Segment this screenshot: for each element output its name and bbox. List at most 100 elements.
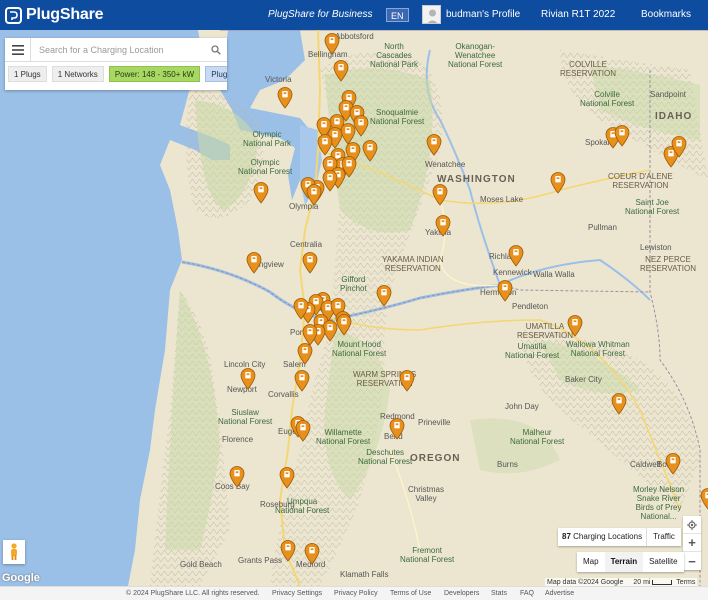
charging-pin-icon <box>700 488 708 510</box>
traffic-toggle[interactable]: Traffic <box>647 528 681 546</box>
charging-location-pin[interactable] <box>294 370 310 392</box>
charging-pin-icon <box>229 466 245 488</box>
label-willamette: Willamette National Forest <box>316 428 371 446</box>
charging-location-pin[interactable] <box>389 418 405 440</box>
charging-pin-icon <box>614 125 630 147</box>
charging-pin-icon <box>508 245 524 267</box>
charging-pin-icon <box>279 467 295 489</box>
power-filter[interactable]: Power: 148 - 350+ kW <box>108 66 201 82</box>
footer-faq[interactable]: FAQ <box>520 587 534 600</box>
search-icon[interactable] <box>205 44 227 55</box>
charging-location-pin[interactable] <box>665 453 681 475</box>
label-gold-beach: Gold Beach <box>180 560 222 569</box>
charging-location-pin[interactable] <box>229 466 245 488</box>
charging-location-pin[interactable] <box>399 370 415 392</box>
charging-pin-icon <box>297 343 313 365</box>
charging-location-pin[interactable] <box>304 543 320 565</box>
charging-location-pin[interactable] <box>671 136 687 158</box>
location-count-number: 87 <box>562 532 571 541</box>
charging-location-pin[interactable] <box>497 280 513 302</box>
map-data-credit[interactable]: Map data ©2024 Google <box>547 579 623 586</box>
plugscore-filter[interactable]: PlugScore <box>205 66 227 82</box>
footer-privacy-policy[interactable]: Privacy Policy <box>334 587 378 600</box>
label-umatilla-res: UMATILLA RESERVATION <box>517 322 574 340</box>
charging-pin-icon <box>611 393 627 415</box>
plug-logo-icon <box>5 6 22 24</box>
zoom-in-button[interactable]: + <box>683 534 701 552</box>
charging-location-pin[interactable] <box>614 125 630 147</box>
charging-location-pin[interactable] <box>293 298 309 320</box>
profile-link[interactable]: budman's Profile <box>446 0 520 30</box>
label-pendleton: Pendleton <box>512 302 549 311</box>
map-type-satellite[interactable]: Satellite <box>643 552 683 572</box>
zoom-out-button[interactable]: − <box>683 552 701 570</box>
charging-location-pin[interactable] <box>508 245 524 267</box>
label-fremont: Fremont National Forest <box>400 546 455 564</box>
label-snoqualmie: Snoqualmie National Forest <box>370 108 425 126</box>
charging-pin-icon <box>336 314 352 336</box>
label-klamath: Klamath Falls <box>340 570 389 579</box>
footer-terms[interactable]: Terms of Use <box>390 587 431 600</box>
business-link[interactable]: PlugShare for Business <box>268 0 373 30</box>
label-colville-nf: Colville National Forest <box>580 90 635 108</box>
vehicle-selector[interactable]: Rivian R1T 2022 <box>541 0 615 30</box>
my-location-icon[interactable] <box>683 516 701 534</box>
map-type-map[interactable]: Map <box>577 552 605 572</box>
charging-location-pin[interactable] <box>324 33 340 55</box>
label-olympic-nf: Olympic National Forest <box>238 158 293 176</box>
charging-location-pin[interactable] <box>336 314 352 336</box>
footer-developers[interactable]: Developers <box>444 587 479 600</box>
bookmarks-link[interactable]: Bookmarks <box>641 0 691 30</box>
label-umatilla-nf: Umatilla National Forest <box>505 342 560 360</box>
label-wenatchee: Wenatchee <box>425 160 466 169</box>
charging-location-pin[interactable] <box>333 60 349 82</box>
charging-location-pin[interactable] <box>611 393 627 415</box>
charging-location-pin[interactable] <box>240 368 256 390</box>
networks-filter[interactable]: 1 Networks <box>51 66 104 82</box>
street-view-pegman-icon[interactable] <box>3 540 25 564</box>
charging-location-pin[interactable] <box>426 134 442 156</box>
search-input[interactable] <box>31 38 205 61</box>
zoom-control: + − <box>683 516 701 570</box>
charging-location-pin[interactable] <box>567 315 583 337</box>
charging-location-pin[interactable] <box>432 184 448 206</box>
charging-location-pin[interactable] <box>297 343 313 365</box>
footer-stats[interactable]: Stats <box>491 587 507 600</box>
hamburger-menu-icon[interactable] <box>5 37 31 62</box>
footer-privacy-settings[interactable]: Privacy Settings <box>272 587 322 600</box>
search-panel: 1 Plugs 1 Networks Power: 148 - 350+ kW … <box>5 37 227 90</box>
charging-location-pin[interactable] <box>253 182 269 204</box>
terms-link[interactable]: Terms <box>676 579 695 586</box>
label-umpqua: Umpqua National Forest <box>275 497 330 515</box>
label-burns: Burns <box>497 460 518 469</box>
charging-location-pin[interactable] <box>302 252 318 274</box>
plugshare-logo[interactable]: PlugShare <box>5 6 104 24</box>
charging-location-pin[interactable] <box>280 540 296 562</box>
charging-pin-icon <box>277 87 293 109</box>
charging-location-pin[interactable] <box>306 184 322 206</box>
charging-location-pin[interactable] <box>376 285 392 307</box>
charging-location-pin[interactable] <box>341 156 357 178</box>
avatar[interactable] <box>422 5 441 24</box>
plugs-filter[interactable]: 1 Plugs <box>8 66 47 82</box>
charging-location-pin[interactable] <box>295 420 311 442</box>
charging-location-pin[interactable] <box>362 140 378 162</box>
language-selector[interactable]: EN <box>386 8 409 22</box>
footer-advertise[interactable]: Advertise <box>545 587 574 600</box>
label-christmas-valley: Christmas Valley <box>408 485 445 503</box>
label-pullman: Pullman <box>588 223 617 232</box>
charging-location-pin[interactable] <box>277 87 293 109</box>
charging-pin-icon <box>376 285 392 307</box>
label-morley-nelson: Morley Nelson Snake River Birds of Prey … <box>633 485 685 521</box>
charging-location-pin[interactable] <box>317 134 333 156</box>
charging-location-pin[interactable] <box>246 252 262 274</box>
charging-location-pin[interactable] <box>550 172 566 194</box>
label-prineville: Prineville <box>418 418 451 427</box>
label-abbotsford: Abbotsford <box>335 32 374 41</box>
map-type-terrain[interactable]: Terrain <box>604 552 644 572</box>
charging-location-pin[interactable] <box>435 215 451 237</box>
map-canvas[interactable]: Abbotsford Bellingham North Cascades Nat… <box>0 30 708 586</box>
charging-location-pin[interactable] <box>700 488 708 510</box>
charging-location-pin[interactable] <box>279 467 295 489</box>
map-type-control: Map Terrain Satellite <box>577 552 684 572</box>
